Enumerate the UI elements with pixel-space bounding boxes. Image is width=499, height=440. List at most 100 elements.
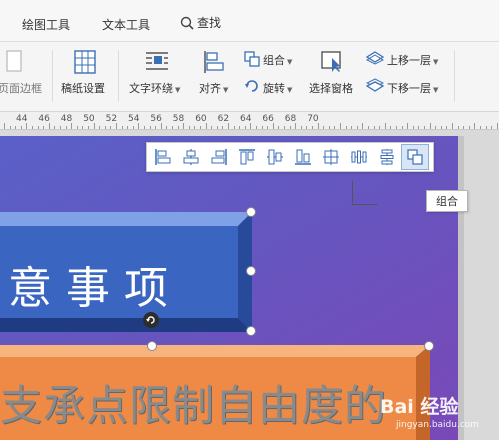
align-floating-toolbar	[146, 142, 434, 172]
resize-handle-right[interactable]	[246, 266, 256, 276]
ruler-tick	[82, 126, 84, 129]
page-border-icon	[6, 50, 22, 72]
ruler-tick	[188, 126, 190, 129]
horizontal-ruler: 44 46 48 50 52 54 56 58 60 62 64 66 68 70	[0, 112, 499, 130]
rotate-handle[interactable]	[143, 312, 159, 328]
ruler-number: 68	[284, 114, 297, 124]
align-top-button[interactable]	[233, 144, 261, 170]
ruler-tick	[306, 126, 308, 129]
align-label: 对齐 ▼	[199, 82, 229, 95]
ruler-tick	[328, 126, 330, 129]
ruler-tick	[312, 126, 313, 129]
orange-content-text: 支承点限制自由度的	[0, 381, 388, 430]
ruler-tick	[368, 126, 369, 129]
text-wrap-label: 文字环绕 ▼	[129, 82, 181, 95]
blue-title-text: 意事项	[8, 263, 182, 314]
ruler-tick	[401, 126, 403, 129]
align-icon	[204, 51, 224, 73]
ruler-number: 64	[240, 114, 252, 124]
ruler-tick	[172, 126, 173, 129]
ruler-tick	[244, 126, 246, 129]
ruler-tick	[384, 123, 386, 129]
ruler-tick	[239, 126, 241, 129]
connector-line	[352, 181, 378, 205]
ruler-tick	[110, 126, 112, 129]
selection-pane-label: 选择窗格	[309, 82, 353, 95]
ruler-number: 50	[83, 114, 95, 124]
distribute-horizontal-button[interactable]	[345, 144, 373, 170]
ruler-tick	[222, 126, 224, 129]
ruler-tick	[345, 126, 347, 129]
bring-forward-label: 上移一层 ▼	[387, 54, 439, 67]
ruler-tick	[412, 126, 414, 129]
ruler-tick	[155, 126, 157, 129]
resize-handle-bottom-center[interactable]	[147, 341, 157, 351]
ruler-number: 48	[60, 114, 73, 124]
ruler-number: 58	[172, 114, 185, 124]
ruler-number: 70	[307, 114, 319, 124]
ruler-tick	[485, 126, 487, 129]
distribute-vertical-button[interactable]	[373, 144, 401, 170]
ruler-tick	[468, 126, 470, 129]
ruler-tick	[15, 126, 17, 129]
align-top-icon	[239, 149, 255, 165]
ruler-number: 66	[262, 114, 274, 124]
send-backward-icon	[366, 78, 384, 92]
ruler-tick	[177, 126, 179, 129]
ruler-tick	[256, 126, 257, 129]
ribbon: 页面边框 稿纸设置 文字环绕 ▼ 对齐 ▼ 组合 ▼ 旋转 ▼ 选择窗格 上移一层 ▼ 下…	[0, 42, 499, 112]
align-middle-button[interactable]	[261, 144, 289, 170]
rotate-arrow-icon	[146, 316, 155, 324]
align-left-button[interactable]	[149, 144, 177, 170]
align-bottom-icon	[295, 149, 311, 165]
ruler-tick	[452, 123, 453, 129]
ruler-tick	[334, 126, 336, 129]
align-bottom-button[interactable]	[289, 144, 317, 170]
tab-text-tools[interactable]: 文本工具	[102, 16, 150, 33]
send-backward-label: 下移一层 ▼	[387, 82, 439, 95]
align-center-both-button[interactable]	[317, 144, 345, 170]
ruler-tick	[267, 126, 269, 129]
group-label: 组合 ▼	[263, 54, 293, 67]
baidu-watermark-url: jingyan.baidu.com	[396, 420, 480, 430]
ruler-tick	[480, 126, 481, 129]
ruler-tick	[60, 126, 61, 129]
ruler-tick	[474, 123, 476, 129]
ruler-tick	[323, 126, 325, 129]
ruler-tick	[121, 126, 123, 129]
ruler-number: 52	[105, 114, 118, 124]
ruler-tick	[43, 126, 45, 129]
ruler-tick	[88, 126, 89, 129]
distribute-horizontal-icon	[351, 150, 367, 164]
resize-handle-top-right[interactable]	[246, 207, 256, 217]
ruler-tick	[491, 126, 493, 129]
ruler-tick	[496, 123, 498, 129]
ruler-tick	[435, 126, 437, 129]
align-center-button[interactable]	[177, 144, 205, 170]
group-objects-button[interactable]	[401, 144, 429, 170]
align-right-button[interactable]	[205, 144, 233, 170]
paper-settings-label: 稿纸设置	[61, 82, 105, 95]
ruler-tick	[194, 126, 196, 129]
ruler-tick	[127, 126, 129, 129]
ruler-tick	[4, 123, 5, 129]
ruler-tick	[149, 126, 151, 129]
group-tooltip: 组合	[426, 190, 468, 212]
resize-handle-bottom-right[interactable]	[246, 326, 256, 336]
tab-drawing-tools[interactable]: 绘图工具	[22, 16, 70, 33]
ruler-tick	[424, 126, 425, 129]
group-objects-icon	[407, 149, 423, 165]
ruler-tick	[373, 126, 375, 129]
bring-forward-icon	[366, 51, 384, 65]
ruler-tick	[379, 126, 381, 129]
ruler-tick	[233, 126, 235, 129]
distribute-vertical-icon	[380, 149, 394, 165]
ruler-tick	[390, 126, 392, 129]
align-center-both-icon	[323, 149, 339, 165]
ruler-tick	[407, 123, 409, 129]
ruler-number: 62	[217, 114, 230, 124]
resize-handle-orange-top-right[interactable]	[424, 341, 434, 351]
ruler-tick	[284, 126, 285, 129]
search-button[interactable]: 查找	[180, 14, 221, 31]
paper-grid-icon	[74, 50, 96, 74]
